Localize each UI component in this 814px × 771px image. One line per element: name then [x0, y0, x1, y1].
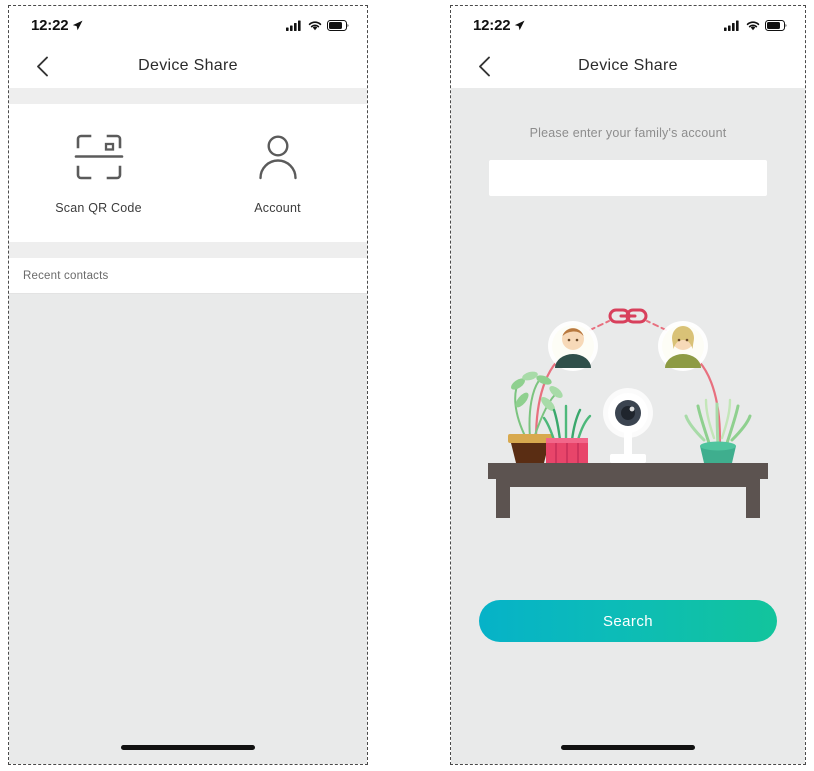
status-icons-group [286, 19, 349, 31]
search-button[interactable]: Search [479, 600, 777, 642]
battery-icon [765, 19, 787, 31]
illustration-container [451, 288, 805, 518]
home-indicator-area [451, 730, 805, 764]
share-option-label: Scan QR Code [55, 201, 142, 215]
page-title: Device Share [578, 57, 678, 74]
user-avatar-female [658, 321, 708, 371]
back-button[interactable] [31, 55, 53, 77]
person-icon [258, 135, 297, 180]
succulent-plant [684, 398, 752, 463]
phone-frame-right: 12:22 Device Share Please enter your fam… [450, 5, 806, 765]
status-time-group: 12:22 [31, 17, 83, 34]
recent-contacts-list [9, 294, 367, 730]
chevron-left-icon [36, 56, 48, 76]
status-time-group: 12:22 [473, 17, 525, 34]
security-camera-icon [603, 388, 653, 463]
wifi-icon [746, 20, 760, 30]
recent-contacts-header: Recent contacts [9, 258, 367, 294]
share-options-card: Scan QR Code Account [9, 104, 367, 242]
status-icons-group [724, 19, 787, 31]
nav-bar: Device Share [9, 44, 367, 88]
recent-contacts-label: Recent contacts [23, 269, 109, 282]
account-prompt-label: Please enter your family's account [529, 126, 727, 140]
chevron-left-icon [478, 56, 490, 76]
location-arrow-icon [73, 20, 83, 30]
home-indicator-area [9, 730, 367, 764]
page-title: Device Share [138, 57, 238, 74]
wooden-table [488, 463, 768, 518]
share-option-account[interactable]: Account [188, 131, 367, 215]
pink-pot-grass-plant [542, 404, 592, 463]
mid-gap-strip [9, 242, 367, 258]
nav-bar: Device Share [451, 44, 805, 88]
wifi-icon [308, 20, 322, 30]
share-option-scan-qr-code[interactable]: Scan QR Code [9, 131, 188, 215]
phone-frame-left: 12:22 Device Share Scan QR Code Account … [8, 5, 368, 765]
status-bar: 12:22 [9, 6, 367, 44]
home-indicator[interactable] [561, 744, 695, 750]
status-time: 12:22 [31, 16, 69, 34]
user-avatar-male [548, 321, 598, 371]
qr-scan-icon [74, 134, 123, 180]
back-button[interactable] [473, 55, 495, 77]
battery-icon [327, 19, 349, 31]
cellular-signal-icon [724, 20, 739, 31]
share-option-label: Account [254, 201, 301, 215]
right-screen-body: Please enter your family's account Searc… [451, 88, 805, 730]
top-gap-strip [9, 88, 367, 104]
device-sharing-illustration [488, 308, 768, 518]
left-screen-body: Scan QR Code Account Recent contacts [9, 88, 367, 730]
home-indicator[interactable] [121, 744, 255, 750]
account-input[interactable] [489, 160, 767, 196]
chain-link-icon [608, 308, 648, 324]
status-bar: 12:22 [451, 6, 805, 44]
location-arrow-icon [515, 20, 525, 30]
status-time: 12:22 [473, 16, 511, 34]
cellular-signal-icon [286, 20, 301, 31]
